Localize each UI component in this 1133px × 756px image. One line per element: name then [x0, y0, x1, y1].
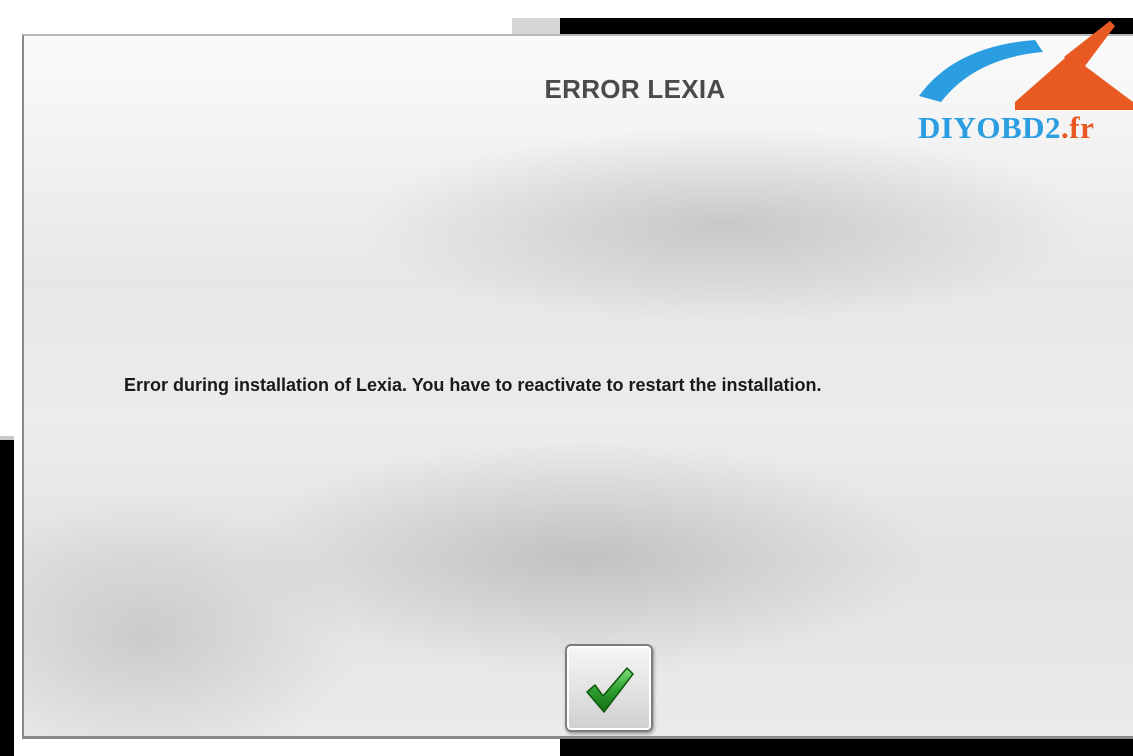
ok-button[interactable]: [565, 644, 653, 732]
error-message: Error during installation of Lexia. You …: [124, 375, 822, 395]
checkmark-icon: [586, 667, 634, 713]
screen: ERROR LEXIA Error during installation of…: [0, 0, 1133, 756]
background-left-window: [0, 440, 14, 756]
background-window-edge: [512, 18, 560, 34]
logo-swoosh-icon: [919, 20, 1133, 110]
logo-text: DIYOBD2.fr: [918, 110, 1095, 145]
diyobd2-logo: DIYOBD2.fr: [915, 18, 1133, 153]
